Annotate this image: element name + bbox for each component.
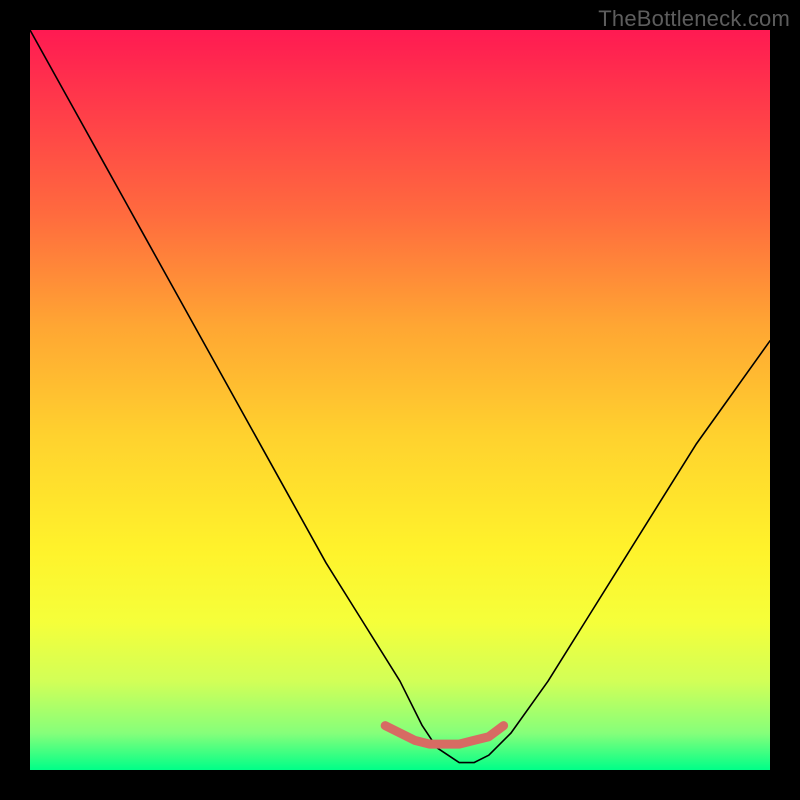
highlight-band: [385, 726, 503, 745]
chart-frame: TheBottleneck.com: [0, 0, 800, 800]
watermark-text: TheBottleneck.com: [598, 6, 790, 32]
chart-plot-area: [30, 30, 770, 770]
curve-line: [30, 30, 770, 763]
chart-svg: [30, 30, 770, 770]
